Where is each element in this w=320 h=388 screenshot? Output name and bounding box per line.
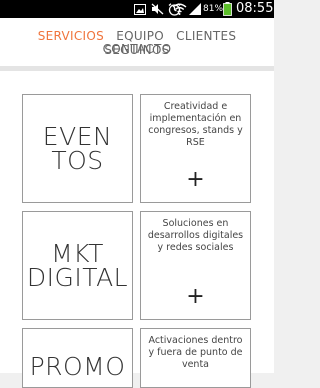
service-description: Soluciones en desarrollos digitales y re… — [147, 218, 244, 253]
service-title-card-mkt-digital[interactable]: MKT DIGITAL — [22, 211, 133, 320]
service-info-card-mkt-digital: Soluciones en desarrollos digitales y re… — [140, 211, 251, 320]
service-title-card-promo[interactable]: PROMO — [22, 328, 133, 388]
photo-icon — [134, 2, 146, 16]
nav-item-clientes[interactable]: CLIENTES — [176, 29, 236, 43]
nav-row: CONTACTO — [0, 42, 274, 56]
service-title: MKT DIGITAL — [26, 239, 129, 292]
service-description: Activaciones dentro y fuera de punto de … — [148, 335, 243, 370]
service-title: EVEN TOS — [42, 122, 113, 175]
battery-icon — [222, 2, 232, 16]
clock: 08:55 — [236, 1, 274, 16]
service-title: PROMO — [29, 352, 126, 381]
service-info-card-promo: Activaciones dentro y fuera de punto de … — [140, 328, 251, 388]
expand-plus-icon[interactable]: + — [141, 286, 250, 308]
service-title-card-eventos[interactable]: EVEN TOS — [22, 94, 133, 203]
main-nav: SERVICIOS EQUIPO CLIENTES SEGUINOS CONTA… — [0, 18, 274, 66]
wifi-icon — [171, 2, 187, 16]
mute-icon — [150, 2, 164, 16]
signal-icon — [188, 2, 201, 16]
nav-item-servicios[interactable]: SERVICIOS — [38, 29, 104, 43]
expand-plus-icon[interactable]: + — [141, 169, 250, 191]
status-bar: 81% 08:55 — [0, 0, 274, 18]
nav-item-equipo[interactable]: EQUIPO — [116, 29, 164, 43]
services-section: EVEN TOS Creatividad e implementación en… — [0, 71, 274, 388]
service-info-card-eventos: Creatividad e implementación en congreso… — [140, 94, 251, 203]
service-description: Creatividad e implementación en congreso… — [148, 101, 243, 148]
battery-percent: 81% — [203, 4, 224, 14]
nav-item-contacto[interactable]: CONTACTO — [103, 42, 172, 56]
